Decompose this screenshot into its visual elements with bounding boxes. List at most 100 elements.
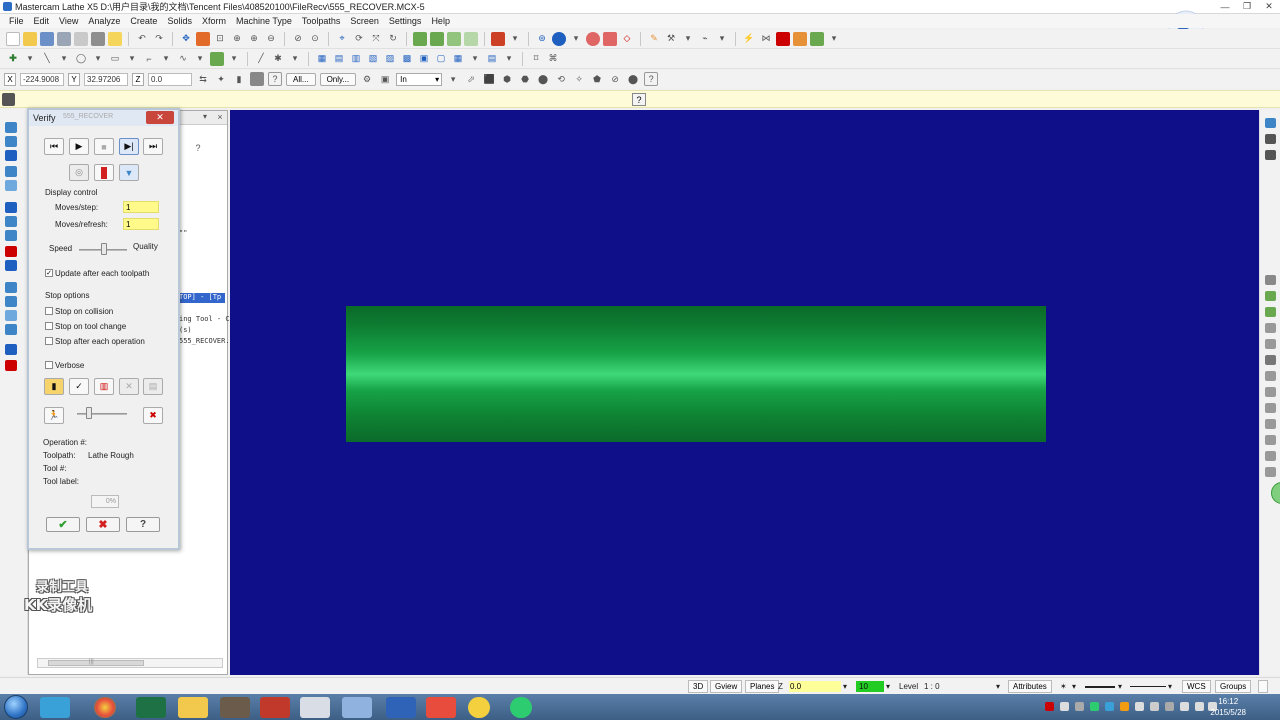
toolpath-face-icon[interactable]: ▦: [315, 52, 329, 66]
3d-button[interactable]: 3D: [688, 680, 709, 693]
stop-tool-change-checkbox[interactable]: [45, 322, 53, 330]
lock-icon[interactable]: ▮: [232, 72, 246, 86]
xform-icon[interactable]: [793, 31, 807, 46]
maximize-button[interactable]: ❐: [1236, 0, 1258, 13]
update-toolpath-checkbox[interactable]: ✓: [45, 269, 53, 277]
toolpath-finish-icon[interactable]: ▥: [349, 52, 363, 66]
chevron-down-icon[interactable]: ▾: [886, 682, 890, 691]
snap-end-icon[interactable]: [1265, 307, 1276, 317]
break-icon[interactable]: ⚡: [742, 32, 756, 46]
menu-create[interactable]: Create: [125, 16, 162, 26]
stop-operation-checkbox[interactable]: [45, 337, 53, 345]
mastercam-bird-icon[interactable]: [386, 697, 416, 718]
autocursor-icon[interactable]: ✦: [214, 72, 228, 86]
chevron-down-icon[interactable]: ▾: [569, 32, 583, 46]
moves-refresh-field[interactable]: 1: [123, 218, 159, 230]
selection-mode-icon[interactable]: [250, 72, 264, 86]
unzoom-icon[interactable]: ⊙: [308, 32, 322, 46]
dynamic-rotate-icon[interactable]: ↻: [386, 32, 400, 46]
chevron-down-icon[interactable]: ▾: [288, 52, 302, 66]
trim-icon[interactable]: ⌁: [698, 32, 712, 46]
color-field[interactable]: 10: [856, 681, 884, 692]
tray-icon[interactable]: [1075, 702, 1084, 711]
planes-button[interactable]: Planes: [745, 680, 780, 693]
snap-mid-icon[interactable]: [1265, 323, 1276, 333]
moves-step-field[interactable]: 1: [123, 201, 159, 213]
help-icon[interactable]: ?: [191, 141, 205, 155]
snap-nearest-icon[interactable]: [1265, 403, 1276, 413]
chevron-down-icon[interactable]: ▾: [1072, 682, 1076, 691]
close-icon[interactable]: ×: [215, 112, 225, 123]
toolpath-thread-icon[interactable]: ▨: [383, 52, 397, 66]
filter-icon[interactable]: ▼: [119, 164, 139, 181]
chevron-down-icon[interactable]: ▾: [159, 52, 173, 66]
chevron-down-icon[interactable]: ▾: [125, 52, 139, 66]
undo-icon[interactable]: ↶: [135, 32, 149, 46]
line-icon[interactable]: ╲: [40, 52, 54, 66]
rotate-icon[interactable]: ⟳: [352, 32, 366, 46]
volume-icon[interactable]: [1195, 702, 1204, 711]
chevron-down-icon[interactable]: ▾: [227, 52, 241, 66]
solid-fillet-icon[interactable]: [5, 260, 17, 271]
units-select[interactable]: In: [396, 72, 443, 86]
select-vector-icon[interactable]: ⟲: [554, 72, 568, 86]
taskbar-app-icon[interactable]: [40, 697, 70, 718]
groups-button[interactable]: Groups: [1215, 680, 1252, 693]
avatar-app-icon[interactable]: [220, 697, 250, 718]
no-select-icon[interactable]: ⊘: [608, 72, 622, 86]
xform-offset-icon[interactable]: [5, 180, 17, 191]
toolpath-misc-icon[interactable]: ▤: [485, 52, 499, 66]
help-icon[interactable]: ?: [268, 72, 282, 86]
zoom-window-icon[interactable]: ⊕: [230, 32, 244, 46]
toolpath-canned-icon[interactable]: ▢: [434, 52, 448, 66]
snap-origin-icon[interactable]: [1265, 451, 1276, 461]
menu-help[interactable]: Help: [426, 16, 455, 26]
stop-collision-checkbox[interactable]: [45, 307, 53, 315]
open-folder-icon[interactable]: [23, 31, 37, 46]
line-style-icon[interactable]: [1085, 686, 1115, 688]
x-coord-field[interactable]: -224.9008: [20, 72, 64, 86]
red-sphere-icon[interactable]: [586, 31, 600, 46]
stock-icon[interactable]: [603, 31, 617, 46]
manager-selected-line[interactable]: TOP] - [Tp: [177, 293, 225, 303]
asterisk-icon[interactable]: ✱: [271, 52, 285, 66]
save-stl-icon[interactable]: ▤: [143, 378, 163, 395]
excel-icon[interactable]: [136, 697, 166, 718]
surface-revolve-icon[interactable]: [5, 296, 17, 307]
tray-icon[interactable]: [1060, 702, 1069, 711]
minimize-button[interactable]: —: [1214, 0, 1236, 13]
zoom-in-icon[interactable]: ⊕: [247, 32, 261, 46]
solid-loft-icon[interactable]: [5, 246, 17, 257]
cancel-button[interactable]: ✖: [86, 517, 120, 532]
line-width-icon[interactable]: [1130, 686, 1166, 687]
chuck-icon[interactable]: ⌘: [546, 52, 560, 66]
select-polygon-icon[interactable]: ⬢: [500, 72, 514, 86]
point-style-icon[interactable]: ✶: [1060, 682, 1067, 691]
toolpath-groove-icon[interactable]: ▧: [366, 52, 380, 66]
globe-icon[interactable]: ⊛: [535, 32, 549, 46]
chevron-down-icon[interactable]: ▾: [446, 72, 460, 86]
stop-runner-icon[interactable]: ✖: [143, 407, 163, 424]
spline-icon[interactable]: ∿: [176, 52, 190, 66]
fillet-icon[interactable]: ⌐: [142, 52, 156, 66]
runner-icon[interactable]: 🏃: [44, 407, 64, 424]
mirror-icon[interactable]: [810, 31, 824, 46]
rewind-button[interactable]: ⏮: [44, 138, 64, 155]
snap-angle-icon[interactable]: [1265, 435, 1276, 445]
surface-icon[interactable]: [210, 51, 224, 66]
print-preview-icon[interactable]: [74, 31, 88, 46]
analyze-icon[interactable]: ⌖: [335, 32, 349, 46]
snap-perp-icon[interactable]: [1265, 387, 1276, 397]
chevron-down-icon[interactable]: ▾: [91, 52, 105, 66]
cross-section-icon[interactable]: ✕: [119, 378, 139, 395]
select-window-icon[interactable]: ⬤: [536, 72, 550, 86]
zoom-target-icon[interactable]: ⊘: [291, 32, 305, 46]
save-icon[interactable]: [40, 31, 54, 46]
wire-cube-icon[interactable]: [447, 31, 461, 46]
tray-icon[interactable]: [1165, 702, 1174, 711]
chevron-down-icon[interactable]: ▾: [843, 682, 847, 691]
verify-title-bar[interactable]: Verify 555_RECOVER ✕: [29, 110, 178, 126]
system-clock[interactable]: 16:12 2015/5/28: [1210, 696, 1246, 718]
select-solid-icon[interactable]: ⬟: [590, 72, 604, 86]
network-icon[interactable]: [1180, 702, 1189, 711]
